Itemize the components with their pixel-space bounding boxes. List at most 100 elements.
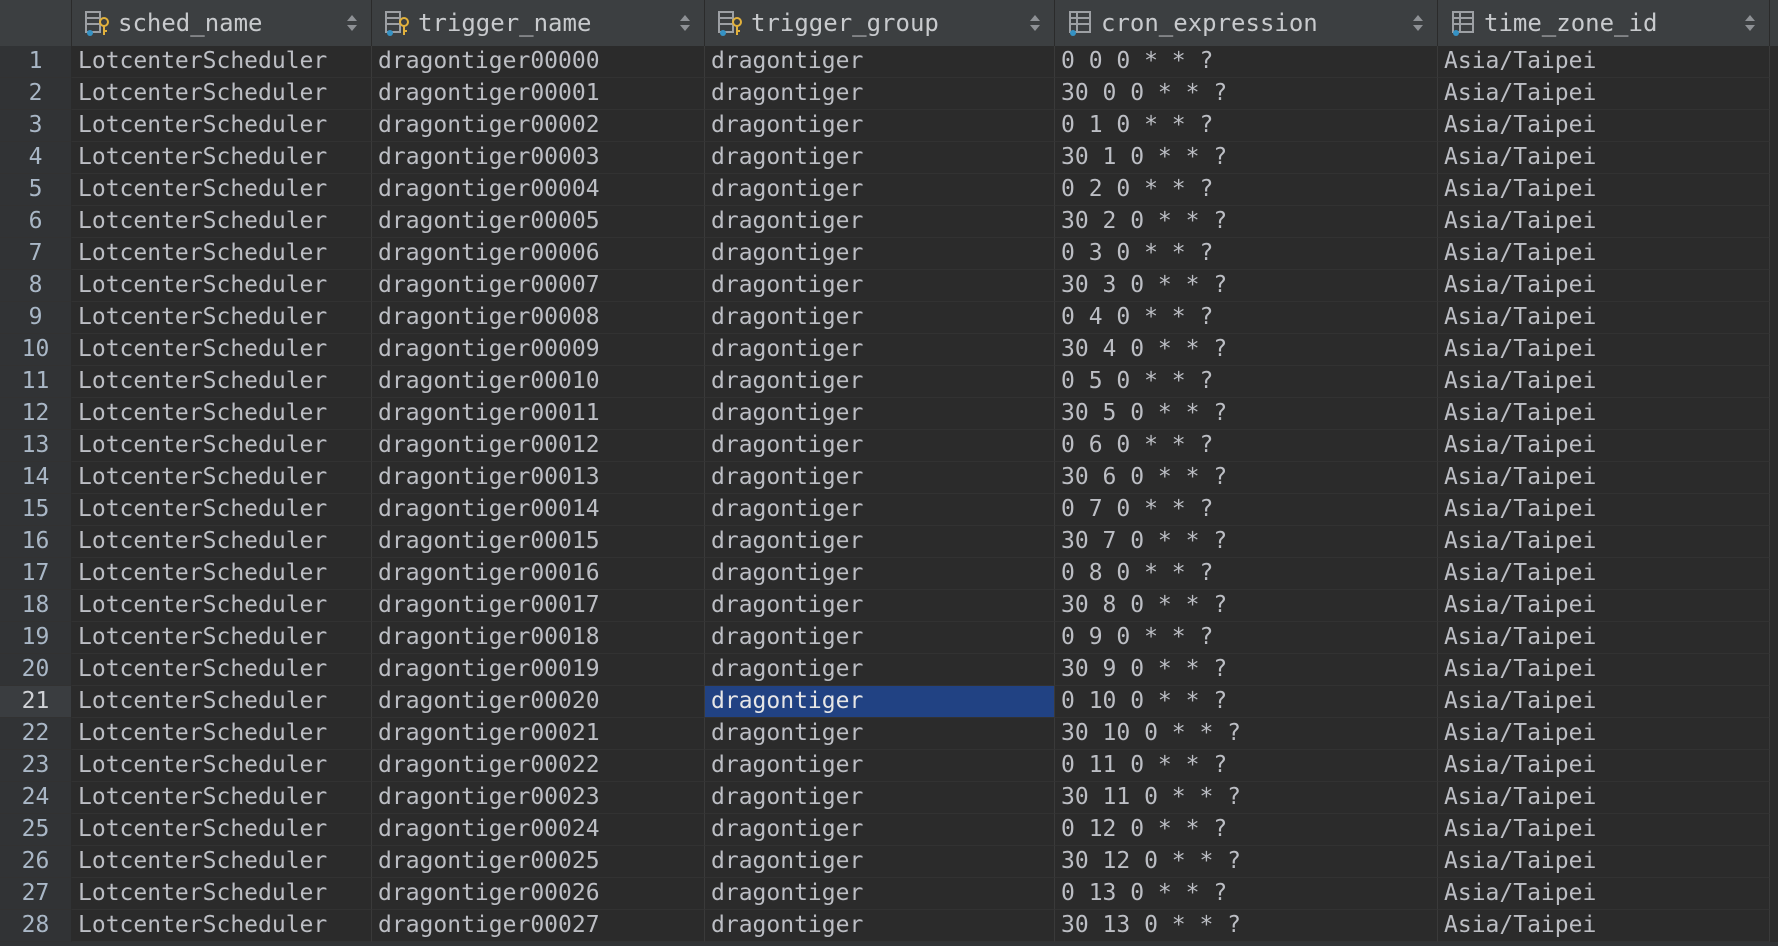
cell-cron-expression[interactable]: 30 3 0 * * ? [1055, 270, 1438, 302]
cell-trigger-group[interactable]: dragontiger [705, 430, 1055, 462]
cell-time-zone-id[interactable]: Asia/Taipei [1438, 878, 1770, 910]
cell-trigger-name[interactable]: dragontiger00027 [372, 910, 705, 942]
cell-time-zone-id[interactable]: Asia/Taipei [1438, 110, 1770, 142]
cell-trigger-name[interactable]: dragontiger00018 [372, 622, 705, 654]
row-number[interactable]: 27 [0, 878, 72, 910]
cell-time-zone-id[interactable]: Asia/Taipei [1438, 334, 1770, 366]
cell-time-zone-id[interactable]: Asia/Taipei [1438, 302, 1770, 334]
cell-trigger-name[interactable]: dragontiger00003 [372, 142, 705, 174]
row-number[interactable]: 22 [0, 718, 72, 750]
table-row[interactable]: 25 LotcenterScheduler dragontiger00024 drag… [0, 814, 1778, 846]
cell-sched-name[interactable]: LotcenterScheduler [72, 558, 372, 590]
table-row[interactable]: 5 LotcenterScheduler dragontiger00004 drago… [0, 174, 1778, 206]
cell-trigger-name[interactable]: dragontiger00024 [372, 814, 705, 846]
cell-sched-name[interactable]: LotcenterScheduler [72, 46, 372, 78]
cell-time-zone-id[interactable]: Asia/Taipei [1438, 590, 1770, 622]
cell-cron-expression[interactable]: 0 12 0 * * ? [1055, 814, 1438, 846]
cell-sched-name[interactable]: LotcenterScheduler [72, 366, 372, 398]
row-number-header[interactable] [0, 0, 72, 46]
cell-trigger-group[interactable]: dragontiger [705, 462, 1055, 494]
cell-sched-name[interactable]: LotcenterScheduler [72, 494, 372, 526]
cell-cron-expression[interactable]: 0 13 0 * * ? [1055, 878, 1438, 910]
row-number[interactable]: 26 [0, 846, 72, 878]
table-row[interactable]: 13 LotcenterScheduler dragontiger00012 drag… [0, 430, 1778, 462]
cell-time-zone-id[interactable]: Asia/Taipei [1438, 462, 1770, 494]
cell-trigger-name[interactable]: dragontiger00000 [372, 46, 705, 78]
cell-trigger-group[interactable]: dragontiger [705, 654, 1055, 686]
row-number[interactable]: 23 [0, 750, 72, 782]
row-number[interactable]: 18 [0, 590, 72, 622]
cell-trigger-name[interactable]: dragontiger00017 [372, 590, 705, 622]
table-row[interactable]: 23 LotcenterScheduler dragontiger00022 drag… [0, 750, 1778, 782]
cell-time-zone-id[interactable]: Asia/Taipei [1438, 238, 1770, 270]
cell-trigger-name[interactable]: dragontiger00002 [372, 110, 705, 142]
cell-sched-name[interactable]: LotcenterScheduler [72, 814, 372, 846]
cell-trigger-name[interactable]: dragontiger00008 [372, 302, 705, 334]
cell-cron-expression[interactable]: 0 3 0 * * ? [1055, 238, 1438, 270]
cell-trigger-group[interactable]: dragontiger [705, 814, 1055, 846]
row-number[interactable]: 10 [0, 334, 72, 366]
cell-trigger-group[interactable]: dragontiger [705, 270, 1055, 302]
table-row[interactable]: 9 LotcenterScheduler dragontiger00008 drago… [0, 302, 1778, 334]
row-number[interactable]: 19 [0, 622, 72, 654]
cell-time-zone-id[interactable]: Asia/Taipei [1438, 494, 1770, 526]
cell-sched-name[interactable]: LotcenterScheduler [72, 398, 372, 430]
sort-toggle-icon[interactable] [1411, 12, 1425, 34]
cell-trigger-name[interactable]: dragontiger00013 [372, 462, 705, 494]
column-header-cron-expression[interactable]: cron_expression [1055, 0, 1438, 46]
cell-trigger-group[interactable]: dragontiger [705, 142, 1055, 174]
cell-cron-expression[interactable]: 0 1 0 * * ? [1055, 110, 1438, 142]
cell-cron-expression[interactable]: 30 2 0 * * ? [1055, 206, 1438, 238]
cell-trigger-name[interactable]: dragontiger00006 [372, 238, 705, 270]
cell-trigger-group[interactable]: dragontiger [705, 398, 1055, 430]
cell-trigger-group[interactable]: dragontiger [705, 878, 1055, 910]
cell-sched-name[interactable]: LotcenterScheduler [72, 142, 372, 174]
column-header-time-zone-id[interactable]: time_zone_id [1438, 0, 1770, 46]
cell-sched-name[interactable]: LotcenterScheduler [72, 878, 372, 910]
row-number[interactable]: 28 [0, 910, 72, 942]
row-number[interactable]: 8 [0, 270, 72, 302]
cell-sched-name[interactable]: LotcenterScheduler [72, 622, 372, 654]
cell-cron-expression[interactable]: 0 5 0 * * ? [1055, 366, 1438, 398]
cell-time-zone-id[interactable]: Asia/Taipei [1438, 558, 1770, 590]
cell-time-zone-id[interactable]: Asia/Taipei [1438, 910, 1770, 942]
cell-cron-expression[interactable]: 30 12 0 * * ? [1055, 846, 1438, 878]
cell-cron-expression[interactable]: 30 5 0 * * ? [1055, 398, 1438, 430]
sort-toggle-icon[interactable] [1028, 12, 1042, 34]
cell-trigger-name[interactable]: dragontiger00012 [372, 430, 705, 462]
row-number[interactable]: 20 [0, 654, 72, 686]
cell-cron-expression[interactable]: 0 9 0 * * ? [1055, 622, 1438, 654]
cell-trigger-name[interactable]: dragontiger00005 [372, 206, 705, 238]
sort-toggle-icon[interactable] [345, 12, 359, 34]
row-number[interactable]: 6 [0, 206, 72, 238]
table-row[interactable]: 27 LotcenterScheduler dragontiger00026 drag… [0, 878, 1778, 910]
cell-time-zone-id[interactable]: Asia/Taipei [1438, 814, 1770, 846]
cell-sched-name[interactable]: LotcenterScheduler [72, 846, 372, 878]
table-row[interactable]: 28 LotcenterScheduler dragontiger00027 drag… [0, 910, 1778, 942]
cell-cron-expression[interactable]: 30 13 0 * * ? [1055, 910, 1438, 942]
row-number[interactable]: 14 [0, 462, 72, 494]
cell-sched-name[interactable]: LotcenterScheduler [72, 654, 372, 686]
cell-sched-name[interactable]: LotcenterScheduler [72, 430, 372, 462]
cell-sched-name[interactable]: LotcenterScheduler [72, 238, 372, 270]
cell-trigger-name[interactable]: dragontiger00022 [372, 750, 705, 782]
cell-trigger-name[interactable]: dragontiger00009 [372, 334, 705, 366]
cell-time-zone-id[interactable]: Asia/Taipei [1438, 398, 1770, 430]
cell-sched-name[interactable]: LotcenterScheduler [72, 110, 372, 142]
cell-trigger-group[interactable]: dragontiger [705, 526, 1055, 558]
cell-trigger-group[interactable]: dragontiger [705, 238, 1055, 270]
cell-cron-expression[interactable]: 30 10 0 * * ? [1055, 718, 1438, 750]
table-row[interactable]: 18 LotcenterScheduler dragontiger00017 drag… [0, 590, 1778, 622]
cell-sched-name[interactable]: LotcenterScheduler [72, 174, 372, 206]
cell-time-zone-id[interactable]: Asia/Taipei [1438, 366, 1770, 398]
row-number[interactable]: 13 [0, 430, 72, 462]
row-number[interactable]: 16 [0, 526, 72, 558]
cell-cron-expression[interactable]: 30 9 0 * * ? [1055, 654, 1438, 686]
table-row[interactable]: 4 LotcenterScheduler dragontiger00003 drago… [0, 142, 1778, 174]
cell-trigger-group[interactable]: dragontiger [705, 302, 1055, 334]
table-row[interactable]: 22 LotcenterScheduler dragontiger00021 drag… [0, 718, 1778, 750]
row-number[interactable]: 9 [0, 302, 72, 334]
table-row[interactable]: 15 LotcenterScheduler dragontiger00014 drag… [0, 494, 1778, 526]
cell-time-zone-id[interactable]: Asia/Taipei [1438, 846, 1770, 878]
cell-time-zone-id[interactable]: Asia/Taipei [1438, 718, 1770, 750]
